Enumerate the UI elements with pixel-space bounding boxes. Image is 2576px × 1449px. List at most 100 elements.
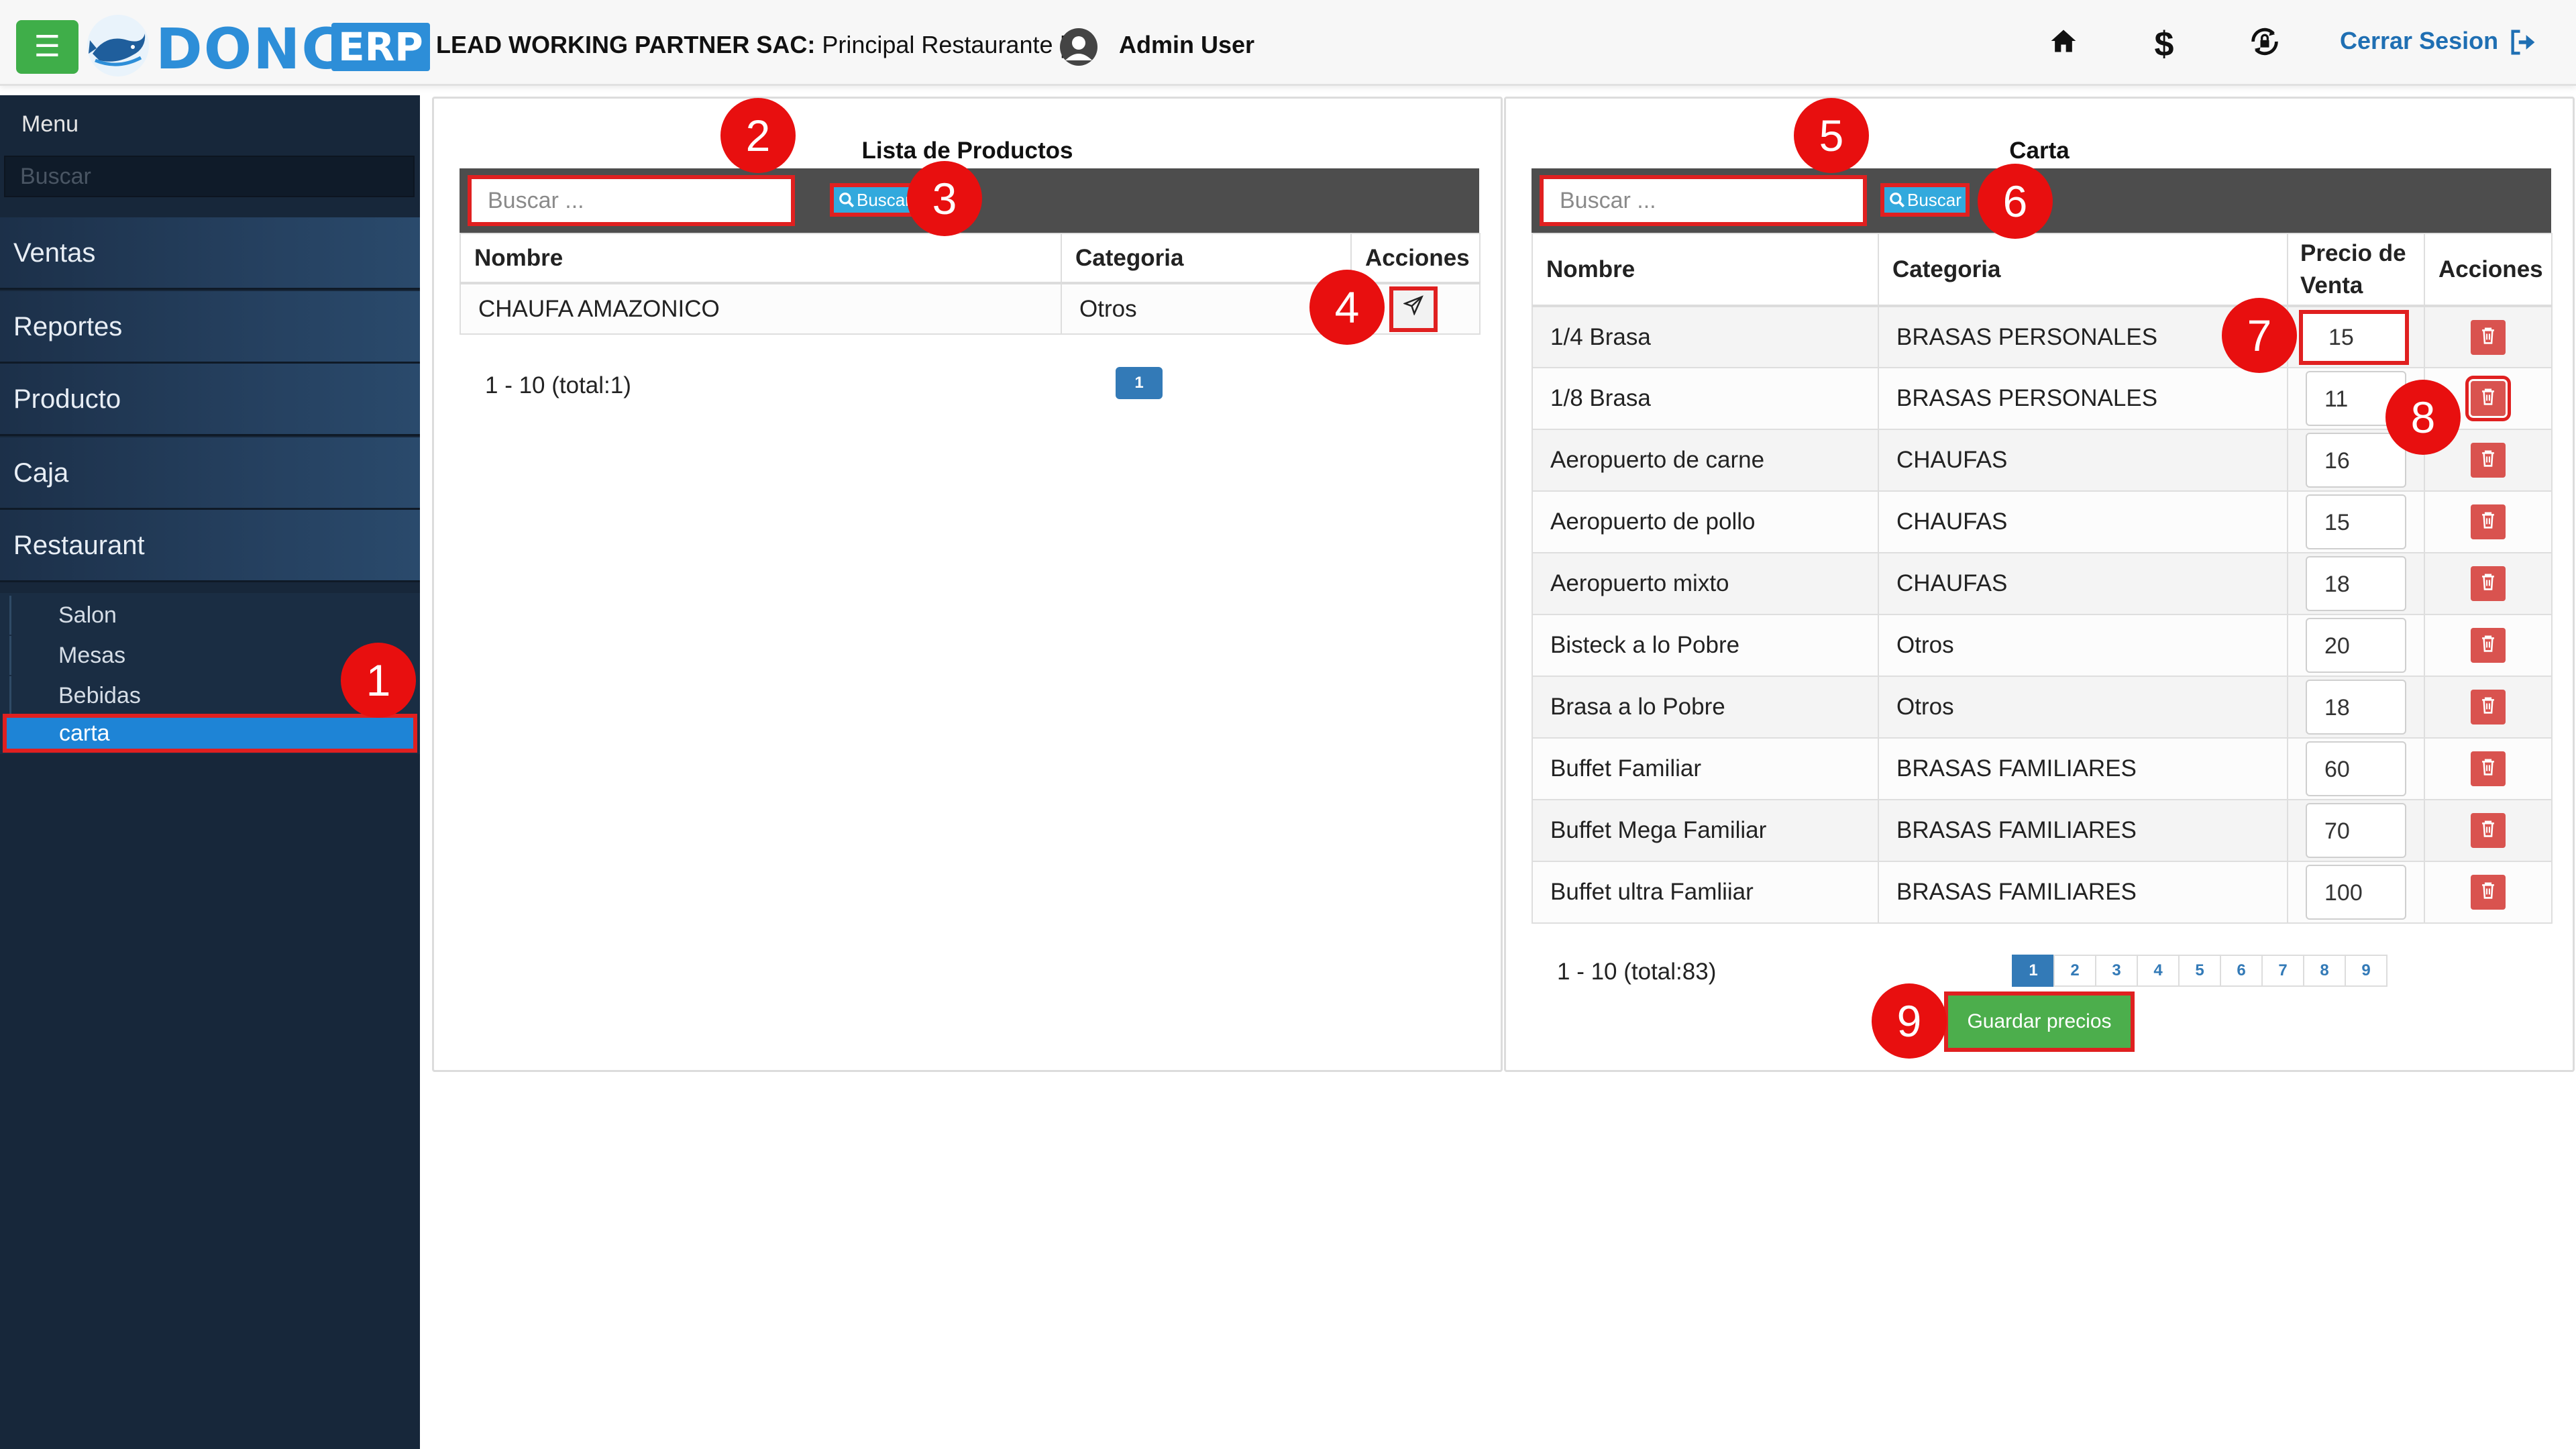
logout-button[interactable]: Cerrar Sesion <box>2340 27 2538 56</box>
username[interactable]: Admin User <box>1119 31 1254 59</box>
save-prices-button[interactable]: Guardar precios <box>1944 991 2135 1052</box>
carta-actions-cell <box>2424 614 2553 677</box>
carta-page-6[interactable]: 6 <box>2220 955 2263 987</box>
price-input[interactable]: 70 <box>2306 803 2406 858</box>
logout-label: Cerrar Sesion <box>2340 27 2499 54</box>
sidebar-item-producto[interactable]: Producto <box>0 364 420 436</box>
table-row: Buffet ultra Famliiar BRASAS FAMILIARES … <box>1532 861 2553 924</box>
carta-price-cell: 15 <box>2287 490 2425 553</box>
carta-name-cell: Bisteck a lo Pobre <box>1532 614 1879 677</box>
products-search-input[interactable]: Buscar ... <box>468 175 795 226</box>
sidebar-title: Menu <box>21 111 79 137</box>
price-input[interactable]: 15 <box>2299 309 2409 365</box>
delete-button[interactable] <box>2471 690 2506 724</box>
trash-icon <box>2482 697 2494 714</box>
user-avatar-icon[interactable] <box>1055 27 1103 67</box>
carta-page-2[interactable]: 2 <box>2053 955 2096 987</box>
carta-category-cell: CHAUFAS <box>1878 552 2288 615</box>
carta-page-8[interactable]: 8 <box>2303 955 2346 987</box>
sidebar-search-input[interactable]: Buscar <box>4 156 415 197</box>
carta-actions-cell <box>2424 799 2553 862</box>
trash-icon <box>2482 574 2494 590</box>
column-header-categoria[interactable]: Categoria <box>1061 233 1352 284</box>
carta-search-input[interactable]: Buscar ... <box>1540 175 1867 226</box>
lock-refresh-button[interactable] <box>2245 24 2285 64</box>
carta-actions-cell <box>2424 737 2553 800</box>
callout-1: 1 <box>341 643 416 718</box>
carta-table-header: Nombre Categoria Precio de Venta Accione… <box>1532 233 2553 307</box>
trash-icon <box>2482 759 2494 775</box>
carta-category-cell: Otros <box>1878 676 2288 739</box>
price-input[interactable]: 20 <box>2306 618 2406 673</box>
sidebar-item-ventas[interactable]: Ventas <box>0 217 420 290</box>
trash-icon <box>2482 820 2494 837</box>
column-header-categoria[interactable]: Categoria <box>1878 233 2288 307</box>
product-category-cell: Otros <box>1061 282 1352 335</box>
carta-pagination: 1 2 3 4 5 6 7 8 9 <box>2012 955 2387 987</box>
delete-button[interactable] <box>2471 443 2506 478</box>
callout-6: 6 <box>1978 164 2053 239</box>
carta-page-3[interactable]: 3 <box>2095 955 2138 987</box>
carta-actions-cell <box>2424 552 2553 615</box>
price-input[interactable]: 18 <box>2306 680 2406 735</box>
price-input[interactable]: 100 <box>2306 865 2406 920</box>
sidebar-item-reportes[interactable]: Reportes <box>0 291 420 364</box>
table-row: Bisteck a lo Pobre Otros 20 <box>1532 614 2553 677</box>
carta-page-5[interactable]: 5 <box>2178 955 2221 987</box>
carta-price-cell: 18 <box>2287 676 2425 739</box>
carta-category-cell: BRASAS FAMILIARES <box>1878 737 2288 800</box>
table-row: Buffet Mega Familiar BRASAS FAMILIARES 7… <box>1532 799 2553 862</box>
price-input[interactable]: 16 <box>2306 433 2406 488</box>
delete-button[interactable] <box>2471 504 2506 539</box>
dollar-icon: $ <box>2154 25 2174 64</box>
column-header-acciones: Acciones <box>2424 233 2553 307</box>
dollar-button[interactable]: $ <box>2144 24 2184 64</box>
whale-logo-icon <box>87 15 149 76</box>
carta-name-cell: Aeropuerto de carne <box>1532 429 1879 492</box>
sidebar-item-restaurant[interactable]: Restaurant <box>0 510 420 582</box>
delete-button[interactable] <box>2471 566 2506 601</box>
carta-name-cell: Buffet Mega Familiar <box>1532 799 1879 862</box>
carta-actions-cell <box>2424 861 2553 924</box>
delete-button[interactable] <box>2465 376 2511 421</box>
carta-category-cell: CHAUFAS <box>1878 429 2288 492</box>
delete-button[interactable] <box>2471 875 2506 910</box>
add-to-carta-button[interactable] <box>1389 286 1438 332</box>
hamburger-menu-button[interactable]: ☰ <box>16 20 78 74</box>
trash-icon <box>2482 450 2494 467</box>
table-row: 1/4 Brasa BRASAS PERSONALES 15 <box>1532 305 2553 368</box>
carta-actions-cell <box>2424 305 2553 368</box>
sidebar-item-caja[interactable]: Caja <box>0 437 420 510</box>
carta-page-9[interactable]: 9 <box>2345 955 2387 987</box>
carta-price-cell: 20 <box>2287 614 2425 677</box>
top-navbar: ☰ DONCA ERP LEAD WORKING PARTNER SAC: Pr… <box>0 0 2576 86</box>
price-input[interactable]: 60 <box>2306 741 2406 796</box>
column-header-nombre[interactable]: Nombre <box>1532 233 1879 307</box>
column-header-nombre[interactable]: Nombre <box>460 233 1062 284</box>
price-input[interactable]: 15 <box>2306 494 2406 549</box>
carta-page-4[interactable]: 4 <box>2137 955 2180 987</box>
sidebar-subitem-salon[interactable]: Salon <box>9 596 415 635</box>
carta-search-button[interactable]: Buscar <box>1880 183 1970 217</box>
carta-table: Nombre Categoria Precio de Venta Accione… <box>1532 233 2553 924</box>
delete-button[interactable] <box>2471 319 2506 355</box>
column-header-precio-venta[interactable]: Precio de Venta <box>2287 233 2425 307</box>
product-name-cell: CHAUFA AMAZONICO <box>460 282 1062 335</box>
products-search-button[interactable]: Buscar <box>830 183 919 217</box>
carta-page-1[interactable]: 1 <box>2012 955 2055 987</box>
home-button[interactable] <box>2043 24 2084 64</box>
carta-price-cell: 100 <box>2287 861 2425 924</box>
sidebar-subitem-carta[interactable]: carta <box>3 714 417 753</box>
price-input[interactable]: 18 <box>2306 556 2406 611</box>
delete-button[interactable] <box>2471 813 2506 848</box>
app-logo[interactable]: DONCA ERP <box>86 9 430 82</box>
carta-page-7[interactable]: 7 <box>2261 955 2304 987</box>
products-page-1[interactable]: 1 <box>1116 367 1163 399</box>
search-icon <box>839 193 855 208</box>
table-row: Aeropuerto de pollo CHAUFAS 15 <box>1532 490 2553 553</box>
company-name: LEAD WORKING PARTNER SAC: <box>436 31 816 58</box>
delete-button[interactable] <box>2471 751 2506 786</box>
table-row: Buffet Familiar BRASAS FAMILIARES 60 <box>1532 737 2553 800</box>
delete-button[interactable] <box>2471 628 2506 663</box>
carta-category-cell: Otros <box>1878 614 2288 677</box>
